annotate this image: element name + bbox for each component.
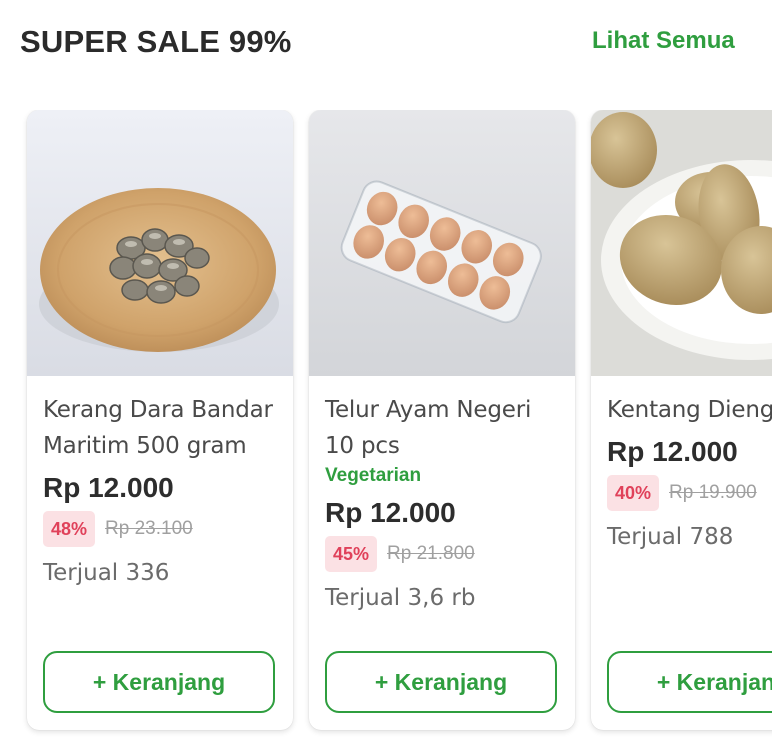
product-info: Kentang Dieng 1 Rp 12.000 40% Rp 19.900 …	[607, 392, 772, 555]
section-title: SUPER SALE 99%	[20, 24, 292, 59]
product-name: Kerang Dara Bandar Maritim 500 gram	[43, 397, 273, 459]
discount-row: 45% Rp 21.800	[325, 536, 563, 572]
product-image-potatoes	[591, 110, 772, 376]
product-price: Rp 12.000	[607, 436, 738, 467]
see-all-link[interactable]: Lihat Semua	[592, 27, 735, 55]
product-price: Rp 12.000	[43, 472, 174, 503]
product-image-cockles	[27, 110, 293, 376]
add-to-cart-button[interactable]: + Keranjang	[325, 651, 557, 713]
product-card[interactable]: Kerang Dara Bandar Maritim 500 gram Rp 1…	[27, 110, 293, 730]
sold-count: Terjual 3,6 rb	[325, 585, 476, 611]
product-price: Rp 12.000	[325, 497, 456, 528]
product-name: Telur Ayam Negeri 10 pcs	[325, 397, 532, 459]
original-price: Rp 19.900	[669, 482, 757, 503]
section-header: SUPER SALE 99% Lihat Semua	[0, 0, 772, 90]
discount-row: 40% Rp 19.900	[607, 475, 772, 511]
product-image-eggs	[309, 110, 575, 376]
sold-count: Terjual 336	[43, 560, 170, 586]
original-price: Rp 23.100	[105, 518, 193, 539]
original-price: Rp 21.800	[387, 543, 475, 564]
add-to-cart-button[interactable]: + Keranjang	[607, 651, 772, 713]
discount-badge: 45%	[325, 536, 378, 572]
product-card[interactable]: Telur Ayam Negeri 10 pcs Vegetarian Rp 1…	[309, 110, 575, 730]
discount-badge: 40%	[607, 475, 660, 511]
product-carousel[interactable]: Kerang Dara Bandar Maritim 500 gram Rp 1…	[0, 110, 772, 750]
add-to-cart-button[interactable]: + Keranjang	[43, 651, 275, 713]
product-info: Kerang Dara Bandar Maritim 500 gram Rp 1…	[43, 392, 281, 591]
sold-count: Terjual 788	[607, 524, 734, 550]
product-info: Telur Ayam Negeri 10 pcs Vegetarian Rp 1…	[325, 392, 563, 616]
product-tag: Vegetarian	[325, 465, 422, 486]
discount-badge: 48%	[43, 511, 96, 547]
discount-row: 48% Rp 23.100	[43, 511, 281, 547]
product-card[interactable]: Kentang Dieng 1 Rp 12.000 40% Rp 19.900 …	[591, 110, 772, 730]
product-name: Kentang Dieng 1	[607, 397, 772, 423]
